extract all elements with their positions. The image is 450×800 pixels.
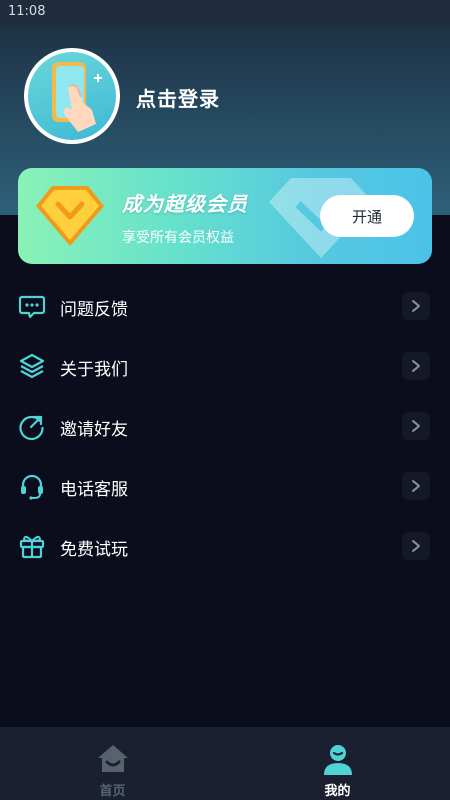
home-icon	[98, 745, 128, 772]
chevron-right-icon	[402, 472, 430, 500]
tab-mine[interactable]: 我的	[225, 727, 450, 800]
layers-icon	[19, 353, 45, 379]
menu-item-label: 邀请好友	[60, 420, 128, 440]
menu-item-label: 免费试玩	[60, 540, 128, 560]
menu-item-invite[interactable]: 邀请好友	[0, 396, 450, 456]
phone-tap-icon	[28, 52, 116, 140]
menu-item-about[interactable]: 关于我们	[0, 336, 450, 396]
menu-item-label: 关于我们	[60, 360, 128, 380]
tab-home[interactable]: 首页	[0, 727, 225, 800]
vip-open-button[interactable]: 开通	[320, 195, 414, 237]
chevron-right-icon	[402, 292, 430, 320]
share-arrow-icon	[19, 415, 44, 440]
vip-subtitle: 享受所有会员权益	[122, 230, 234, 246]
menu-list: 问题反馈 关于我们 邀请好友 电话客服 免费试玩	[0, 276, 450, 576]
vip-banner[interactable]: 成为超级会员 享受所有会员权益 开通	[18, 168, 432, 264]
chevron-right-icon	[402, 412, 430, 440]
vip-title: 成为超级会员	[122, 192, 248, 216]
login-link[interactable]: 点击登录	[136, 83, 220, 112]
status-time: 11:08	[8, 4, 46, 19]
tab-label: 我的	[324, 784, 351, 799]
menu-item-phone-service[interactable]: 电话客服	[0, 456, 450, 516]
chevron-right-icon	[402, 532, 430, 560]
status-bar: 11:08	[0, 0, 450, 26]
chevron-right-icon	[402, 352, 430, 380]
tab-label: 首页	[99, 784, 126, 799]
user-icon	[324, 745, 352, 775]
menu-item-free-trial[interactable]: 免费试玩	[0, 516, 450, 576]
feedback-chat-icon	[18, 295, 46, 319]
headset-icon	[21, 474, 43, 500]
gift-icon	[19, 535, 45, 559]
menu-item-label: 电话客服	[60, 480, 128, 500]
bottom-tab-bar: 首页 我的	[0, 727, 450, 800]
menu-item-feedback[interactable]: 问题反馈	[0, 276, 450, 336]
vip-gem-icon	[36, 186, 104, 246]
avatar[interactable]	[24, 48, 120, 144]
menu-item-label: 问题反馈	[60, 300, 128, 320]
